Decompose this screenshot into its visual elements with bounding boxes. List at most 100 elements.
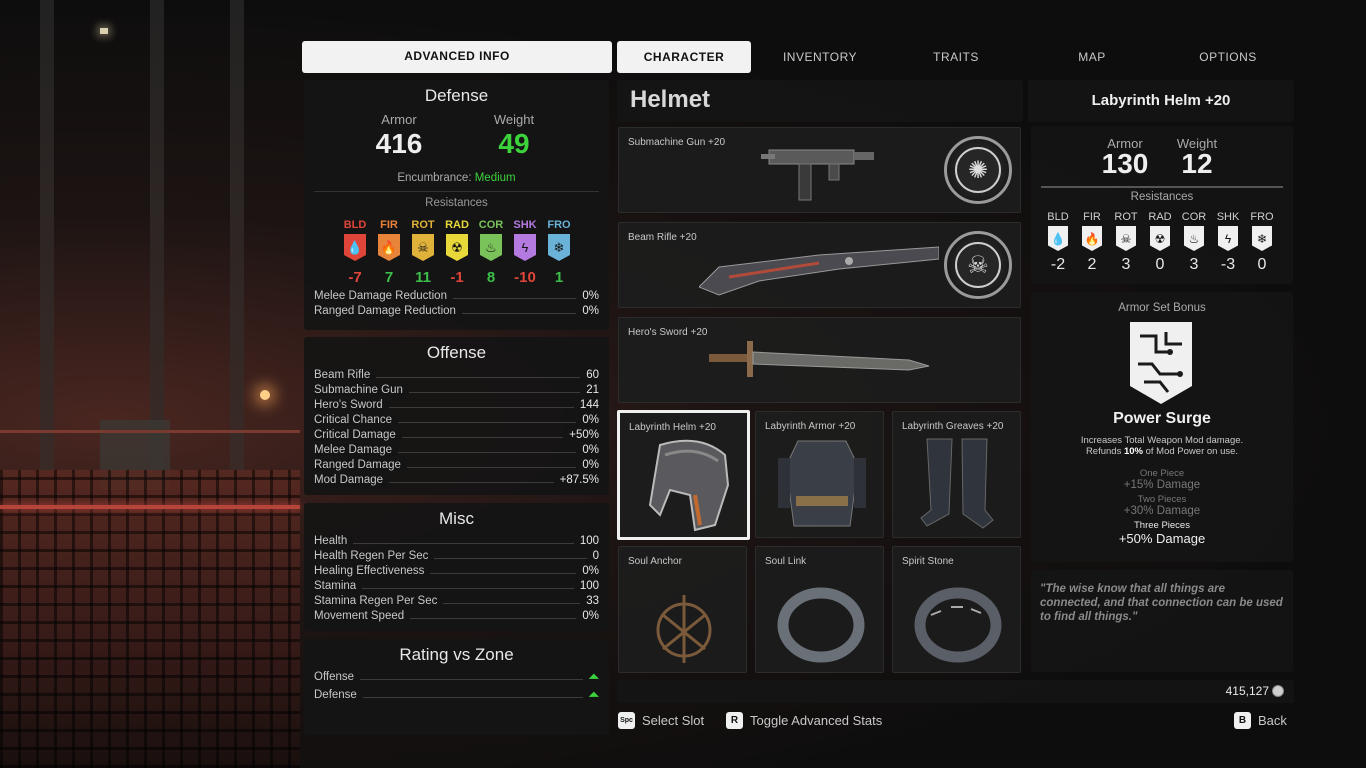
slot-labyrinth-helm[interactable]: Labyrinth Helm +20 — [617, 410, 750, 540]
encumbrance-value: Medium — [474, 172, 516, 184]
hint-toggle-advanced[interactable]: R Toggle Advanced Stats — [726, 712, 882, 729]
armor-set-panel: Armor Set Bonus Power Surge Increases To… — [1031, 292, 1293, 562]
weight-label: Weight — [493, 112, 535, 127]
currency-amount: 415,127 — [1225, 684, 1269, 698]
space-key-icon: Spc — [618, 712, 635, 729]
stat-row: Health Regen Per Sec 0 — [304, 550, 609, 565]
item-detail-header: Labyrinth Helm +20 — [1028, 80, 1294, 122]
currency-bar: 415,127 — [617, 680, 1294, 703]
slot-labyrinth-greaves[interactable]: Labyrinth Greaves +20 — [892, 411, 1021, 538]
resistance-value: 3 — [1121, 256, 1131, 273]
tab-inventory[interactable]: INVENTORY — [760, 41, 880, 73]
slot-name: Labyrinth Armor +20 — [765, 421, 856, 432]
slot-name: Spirit Stone — [902, 556, 954, 567]
tab-character[interactable]: CHARACTER — [617, 41, 751, 73]
slot-labyrinth-armor[interactable]: Labyrinth Armor +20 — [755, 411, 884, 538]
mod-slot-ring: ☠ — [944, 231, 1012, 299]
slot-heros-sword[interactable]: Hero's Sword +20 — [618, 317, 1021, 403]
stat-label: Melee Damage — [314, 444, 398, 456]
resistance-shk: SHK ϟ -10 — [508, 219, 542, 286]
tier-label: Two Pieces — [1137, 494, 1187, 505]
slot-name: Hero's Sword +20 — [628, 327, 708, 338]
detail-resistance-fir: FIR 🔥 2 — [1077, 211, 1107, 274]
resistance-abbr: FIR — [380, 219, 398, 231]
resistance-abbr: ROT — [1114, 211, 1138, 223]
stat-value: 0% — [576, 414, 599, 426]
resistance-value: 1 — [554, 269, 564, 286]
chest-armor-icon — [778, 440, 866, 527]
stat-row: Stamina 100 — [304, 580, 609, 595]
detail-resistance-shk: SHK ϟ -3 — [1213, 211, 1243, 274]
rating-label: Defense — [314, 689, 363, 701]
double-chevron-up-icon: ⏶ — [582, 687, 599, 703]
submachine-gun-icon — [761, 149, 874, 201]
stat-label: Stamina — [314, 580, 363, 592]
stat-value: 0% — [576, 610, 599, 622]
slot-name: Soul Anchor — [628, 556, 682, 567]
item-name: Labyrinth Helm +20 — [1091, 92, 1231, 109]
resistances-title: Resistances — [425, 197, 488, 209]
resistance-abbr: SHK — [513, 219, 537, 231]
category-header: Helmet — [617, 80, 1023, 122]
slot-name: Soul Link — [765, 556, 807, 567]
stat-label: Critical Damage — [314, 429, 402, 441]
resistance-fir: FIR 🔥 7 — [372, 219, 406, 286]
stat-row: Beam Rifle 60 — [304, 369, 609, 384]
hint-select-slot[interactable]: Spc Select Slot — [618, 712, 704, 729]
offense-title: Offense — [426, 343, 487, 362]
slot-soul-anchor[interactable]: Soul Anchor — [618, 546, 747, 673]
resistance-icon: ϟ — [1218, 226, 1238, 251]
beam-rifle-icon — [699, 246, 939, 296]
skull-icon: ☠ — [412, 234, 434, 261]
slot-name: Labyrinth Greaves +20 — [902, 421, 1004, 432]
b-key-icon: B — [1234, 712, 1251, 729]
stat-value: 0% — [576, 290, 599, 302]
slot-spirit-stone[interactable]: Spirit Stone — [892, 546, 1021, 673]
amulet-icon — [656, 595, 712, 663]
slot-submachine-gun[interactable]: Submachine Gun +20 ✺ — [618, 127, 1021, 213]
stat-value: 0% — [576, 565, 599, 577]
detail-armor-value: 130 — [1101, 148, 1149, 179]
resistance-icon: ☠ — [1116, 226, 1136, 251]
resistance-abbr: BLD — [343, 219, 367, 231]
tier-value: +15% Damage — [1123, 479, 1201, 491]
stat-label: Healing Effectiveness — [314, 565, 431, 577]
stat-row: Movement Speed 0% — [304, 610, 609, 625]
circuit-set-icon — [1130, 322, 1192, 404]
stat-row: Health 100 — [304, 535, 609, 550]
slot-beam-rifle[interactable]: Beam Rifle +20 ☠ — [618, 222, 1021, 308]
stat-row: Melee Damage Reduction 0% — [304, 290, 609, 305]
slot-name: Beam Rifle +20 — [628, 232, 697, 243]
slot-name: Submachine Gun +20 — [628, 137, 726, 148]
tab-options[interactable]: OPTIONS — [1168, 41, 1288, 73]
tier-value: +50% Damage — [1118, 531, 1206, 546]
item-stats-panel: Armor 130 Weight 12 Resistances BLD 💧 -2 FI… — [1031, 126, 1293, 284]
set-desc-line1: Increases Total Weapon Mod damage. — [1080, 435, 1244, 446]
fire-icon: 🔥 — [378, 234, 400, 261]
defense-title: Defense — [424, 86, 489, 105]
detail-resistance-rad: RAD ☢ 0 — [1145, 211, 1175, 274]
slot-soul-link[interactable]: Soul Link — [755, 546, 884, 673]
hint-back[interactable]: B Back — [1234, 712, 1287, 729]
stat-row: Critical Damage +50% — [304, 429, 609, 444]
detail-resistance-bld: BLD 💧 -2 — [1043, 211, 1073, 274]
helmet-icon — [648, 439, 730, 532]
stat-label: Movement Speed — [314, 610, 411, 622]
tab-map[interactable]: MAP — [1032, 41, 1152, 73]
item-lore-quote: "The wise know that all things are conne… — [1040, 583, 1283, 623]
tab-traits[interactable]: TRAITS — [896, 41, 1016, 73]
tab-advanced-info[interactable]: ADVANCED INFO — [302, 41, 612, 73]
resistance-abbr: FRO — [547, 219, 571, 231]
greaves-icon — [920, 438, 994, 529]
stat-value: 144 — [573, 399, 599, 411]
stat-value: 0% — [576, 305, 599, 317]
resistance-icon: ♨ — [1184, 226, 1204, 251]
resistance-abbr: FIR — [1083, 211, 1101, 223]
offense-panel: Offense Beam Rifle 60 Submachine Gun 21 Hero… — [304, 337, 609, 495]
stat-row: Ranged Damage Reduction 0% — [304, 305, 609, 320]
stat-row: Mod Damage +87.5% — [304, 474, 609, 489]
stat-value: +87.5% — [553, 474, 599, 486]
resistance-abbr: BLD — [1047, 211, 1069, 223]
stat-label: Health Regen Per Sec — [314, 550, 435, 562]
resistance-abbr: COR — [1181, 211, 1207, 223]
